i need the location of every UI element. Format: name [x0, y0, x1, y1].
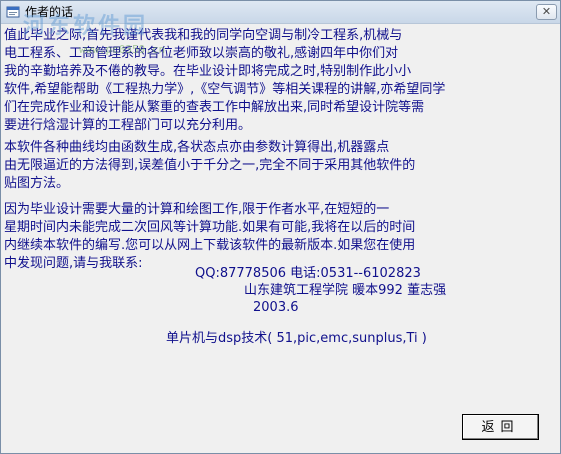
app-icon: [6, 6, 20, 18]
close-icon: ✕: [541, 5, 552, 18]
paragraph-thanks: 值此毕业之际,首先我谨代表我和我的同学向空调与制冷工程系,机械与 电工程系、工商…: [4, 27, 445, 135]
paragraph-limitations: 因为毕业设计需要大量的计算和绘图工作,限于作者水平,在短短的一 星期时间内未能完…: [4, 201, 415, 273]
contact-date: 2003.6: [253, 300, 299, 315]
message-area: 值此毕业之际,首先我谨代表我和我的同学向空调与制冷工程系,机械与 电工程系、工商…: [1, 24, 560, 453]
text-line: 电工程系、工商管理系的各位老师致以崇高的敬礼,感谢四年中你们对: [4, 46, 399, 61]
text-line: 要进行焓湿计算的工程部门可以充分利用。: [4, 118, 252, 133]
text-line: 由无限逼近的方法得到,误差值小于千分之一,完全不同于采用其他软件的: [4, 158, 416, 173]
paragraph-method: 本软件各种曲线均由函数生成,各状态点亦由参数计算得出,机器露点 由无限逼近的方法…: [4, 139, 415, 193]
contact-school: 山东建筑工程学院 暖本992 董志强: [244, 283, 447, 298]
text-line: 内继续本软件的编写.您可以从网上下载该软件的最新版本.如果您在使用: [4, 238, 416, 253]
text-line: 贴图方法。: [4, 176, 70, 191]
watermark-url: www.pc0359.cn: [79, 43, 166, 56]
text-line: 星期时间内未能完成二次回风等计算功能.如果有可能,我将在以后的时间: [4, 220, 416, 235]
contact-qq-phone: QQ:87778506 电话:0531--6102823: [195, 266, 421, 281]
back-button[interactable]: 返回: [462, 414, 539, 440]
text-line: 我的辛勤培养及不倦的教导。在毕业设计即将完成之时,特别制作此小小: [4, 64, 412, 79]
text-line: 本软件各种曲线均由函数生成,各状态点亦由参数计算得出,机器露点: [4, 140, 390, 155]
watermark-logo: 河东软件园: [23, 14, 149, 39]
close-button[interactable]: ✕: [536, 4, 557, 20]
text-line: 们在完成作业和设计能从繁重的查表工作中解放出来,同时希望设计院等需: [4, 100, 425, 115]
about-author-window: 作者的话 ✕ 值此毕业之际,首先我谨代表我和我的同学向空调与制冷工程系,机械与 …: [0, 0, 561, 454]
contact-note: 单片机与dsp技术( 51,pic,emc,sunplus,Ti ): [166, 331, 427, 346]
text-line: 软件,希望能帮助《工程热力学》,《空气调节》等相关课程的讲解,亦希望同学: [4, 82, 446, 97]
text-line: 因为毕业设计需要大量的计算和绘图工作,限于作者水平,在短短的一: [4, 202, 390, 217]
